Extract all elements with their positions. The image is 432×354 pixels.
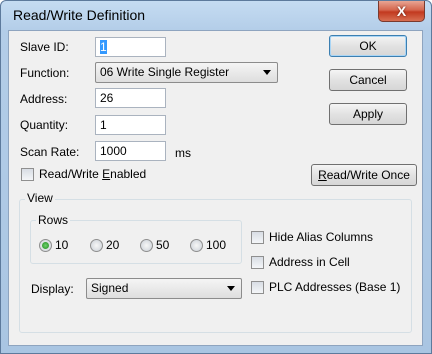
rows-label-10: 10 [55,238,69,252]
display-value: Signed [91,281,129,295]
scan-rate-field[interactable]: 1000 [95,141,166,161]
slave-id-field[interactable]: 1 [95,37,166,57]
slave-id-label: Slave ID: [20,40,69,54]
display-select[interactable]: Signed [86,278,242,299]
function-select[interactable]: 06 Write Single Register [95,62,278,83]
read-write-once-label: Read/Write Once [318,168,410,182]
rw-enabled-label-pre: Read/Write [39,167,103,181]
rows-label-50: 50 [156,238,170,252]
rows-radio-100[interactable] [190,239,203,252]
ok-button[interactable]: OK [329,35,407,57]
rows-radio-50[interactable] [140,239,153,252]
cancel-button[interactable]: Cancel [329,69,407,91]
quantity-label: Quantity: [20,118,69,132]
address-field[interactable]: 26 [95,88,166,108]
rows-label-20: 20 [106,238,120,252]
apply-button-label: Apply [352,107,384,121]
address-label: Address: [20,92,68,106]
rw-enabled-label-post: nabled [110,167,147,181]
close-button[interactable]: X [378,1,425,22]
hide-alias-label[interactable]: Hide Alias Columns [269,230,373,244]
chevron-down-icon [263,70,271,75]
dialog-client-area: Slave ID: 1 Function: 06 Write Single Re… [8,30,423,346]
apply-button[interactable]: Apply [329,103,407,125]
dialog-window: Read/Write Definition X Slave ID: 1 Func… [0,0,432,354]
slave-id-value: 1 [100,40,107,54]
read-write-once-button[interactable]: Read/Write Once [311,164,417,186]
title-bar[interactable]: Read/Write Definition X [1,1,431,29]
read-write-once-accel: R [318,168,327,182]
function-label: Function: [20,66,70,80]
rw-enabled-checkbox[interactable] [21,168,34,181]
rw-enabled-label[interactable]: Read/Write Enabled [39,167,146,181]
hide-alias-checkbox[interactable] [251,231,264,244]
view-group-title: View [25,191,55,205]
address-in-cell-checkbox[interactable] [251,256,264,269]
chevron-down-icon [227,286,235,291]
plc-addresses-label[interactable]: PLC Addresses (Base 1) [269,280,400,294]
scan-rate-label: Scan Rate: [20,145,80,159]
rows-group-title: Rows [36,213,71,227]
plc-addresses-checkbox[interactable] [251,281,264,294]
quantity-value: 1 [100,118,107,132]
read-write-once-rest: ead/Write Once [326,168,410,182]
window-title: Read/Write Definition [13,7,146,23]
scan-rate-unit: ms [175,146,191,160]
cancel-button-label: Cancel [349,73,387,87]
rows-radio-10[interactable] [39,239,52,252]
function-value: 06 Write Single Register [100,65,230,79]
rw-enabled-label-accel: E [102,167,111,181]
close-icon: X [396,3,407,19]
rows-label-100: 100 [206,238,227,252]
quantity-field[interactable]: 1 [95,115,166,135]
rows-radio-20[interactable] [90,239,103,252]
display-label: Display: [31,282,74,296]
scan-rate-value: 1000 [100,144,127,158]
address-in-cell-label[interactable]: Address in Cell [269,255,350,269]
address-value: 26 [100,91,114,105]
ok-button-label: OK [359,39,377,53]
